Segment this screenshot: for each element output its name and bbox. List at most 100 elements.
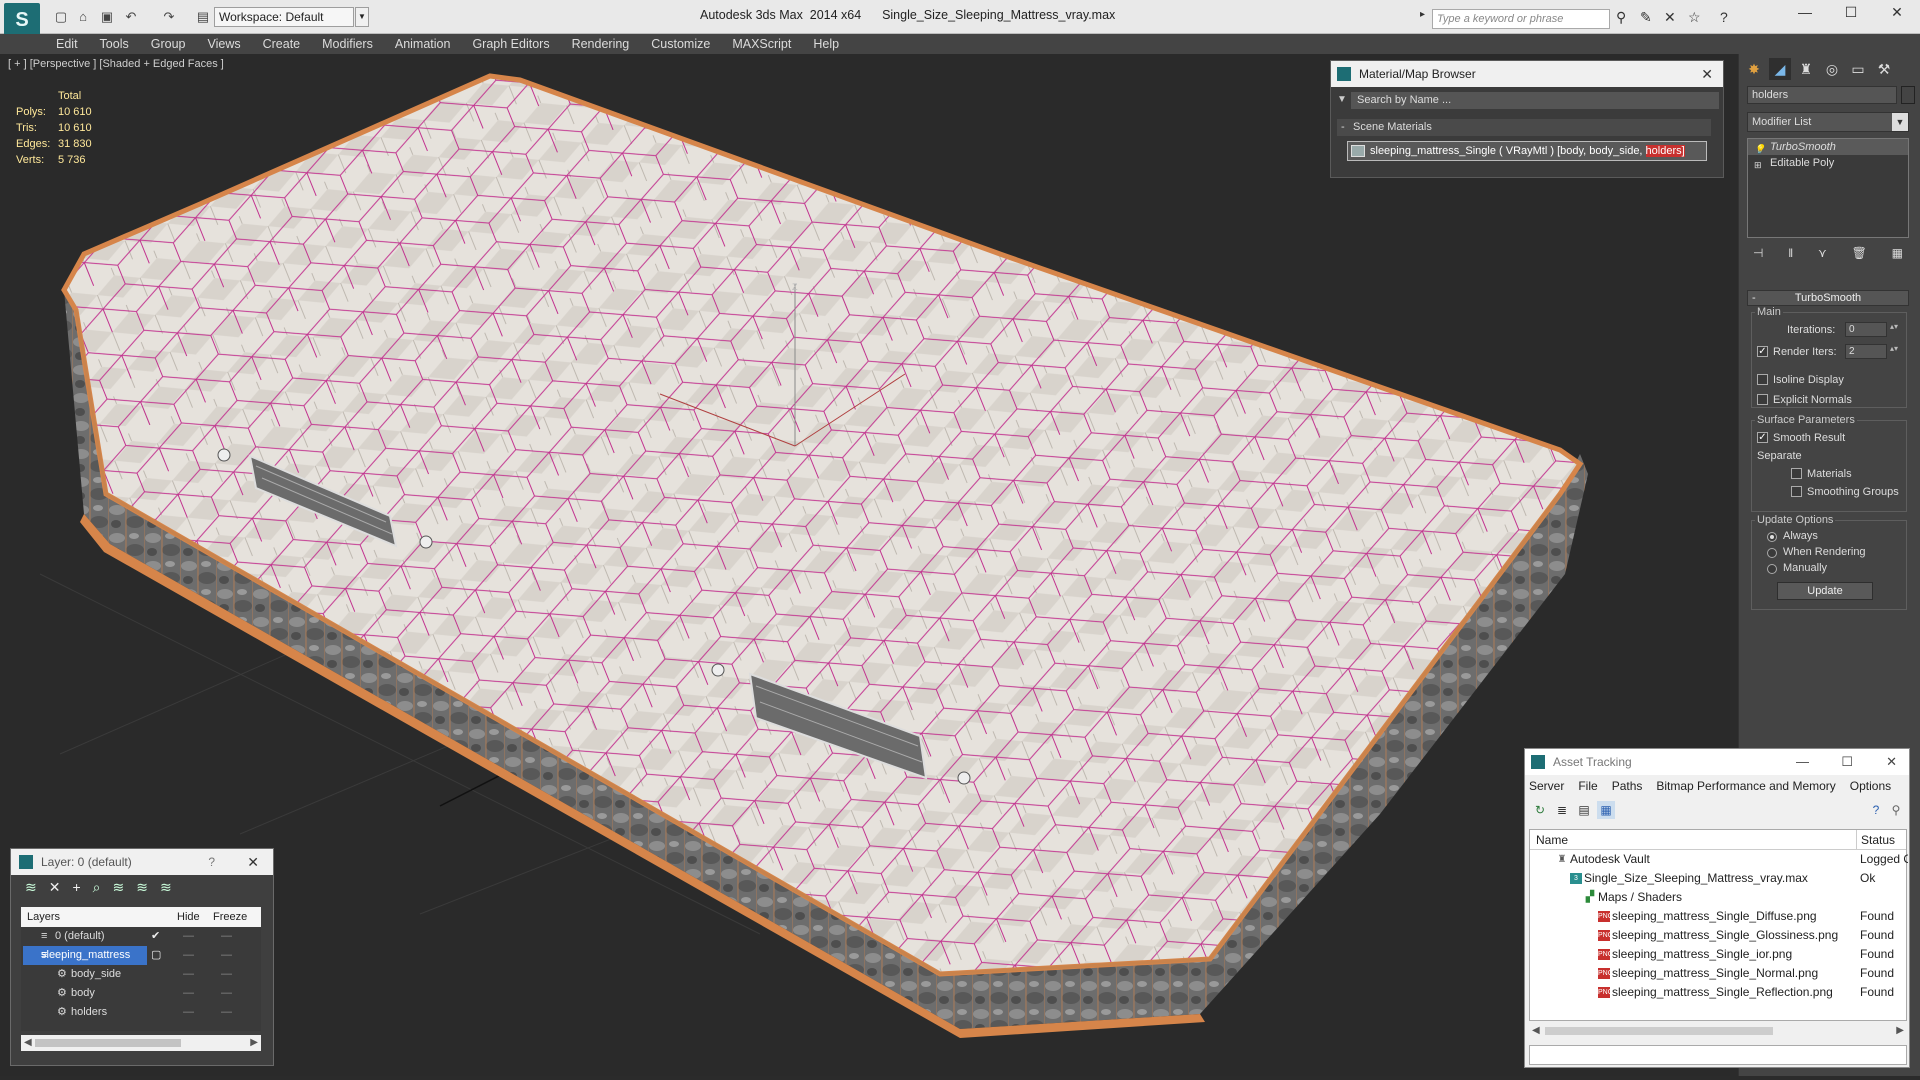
hide-toggle[interactable]: — — [183, 965, 194, 984]
table-row[interactable]: PNG sleeping_mattress_Single_Reflection.… — [1530, 983, 1906, 1002]
modifier-stack[interactable]: 💡 TurboSmooth ⊞ Editable Poly — [1747, 138, 1909, 238]
menu-animation[interactable]: Animation — [395, 37, 451, 51]
menu-bitmap-performance[interactable]: Bitmap Performance and Memory — [1656, 779, 1835, 793]
favorites-star-icon[interactable]: ☆ — [1688, 9, 1701, 26]
collapse-icon[interactable]: - — [1752, 291, 1756, 305]
section-collapse-icon[interactable]: - — [1341, 119, 1345, 136]
menu-customize[interactable]: Customize — [651, 37, 710, 51]
stack-item-editable-poly[interactable]: ⊞ Editable Poly — [1748, 155, 1908, 171]
table-row[interactable]: ▞ Maps / Shaders — [1530, 888, 1906, 907]
freeze-toggle[interactable]: — — [221, 965, 232, 984]
material-browser-header[interactable]: Material/Map Browser ✕ — [1331, 61, 1723, 87]
undo-icon[interactable]: ↶ — [122, 8, 140, 26]
modify-tab-icon[interactable]: ◢ — [1769, 58, 1791, 80]
save-file-icon[interactable]: ▣ — [98, 8, 116, 26]
active-layer-box-icon[interactable]: ▢ — [151, 946, 161, 965]
close-icon[interactable]: ✕ — [1886, 749, 1897, 775]
menu-maxscript[interactable]: MAXScript — [732, 37, 791, 51]
hide-toggle[interactable]: — — [183, 984, 194, 1003]
motion-tab-icon[interactable]: ◎ — [1821, 58, 1843, 80]
menu-group[interactable]: Group — [151, 37, 186, 51]
expand-plus-icon[interactable]: ⊞ — [1754, 157, 1762, 173]
table-row[interactable]: PNG sleeping_mattress_Single_Normal.png … — [1530, 964, 1906, 983]
horizontal-scrollbar[interactable]: ◀ ▶ — [1529, 1023, 1907, 1039]
hide-all-layers-icon[interactable]: ≋ — [136, 879, 148, 896]
menu-tools[interactable]: Tools — [100, 37, 129, 51]
material-search-input[interactable]: Search by Name ... — [1351, 92, 1719, 109]
help-icon[interactable]: ? — [208, 849, 215, 875]
scroll-right-icon[interactable]: ▶ — [250, 1035, 258, 1051]
hide-toggle[interactable]: — — [183, 1003, 194, 1022]
layer-table[interactable]: Layers Hide Freeze ≡ 0 (default) ✔ — — s… — [21, 907, 261, 1031]
stack-item-turbosmooth[interactable]: 💡 TurboSmooth — [1748, 139, 1908, 155]
viewport-label[interactable]: [ + ] [Perspective ] [Shaded + Edged Fac… — [8, 58, 224, 70]
new-file-icon[interactable]: ▢ — [52, 8, 70, 26]
active-layer-check-icon[interactable]: ✔ — [151, 927, 160, 946]
utilities-tab-icon[interactable]: ⚒ — [1873, 58, 1895, 80]
project-folder-icon[interactable]: ▤ — [194, 8, 212, 26]
display-tab-icon[interactable]: ▭ — [1847, 58, 1869, 80]
grid-view-icon[interactable]: ▦ — [1597, 801, 1615, 819]
material-map-browser[interactable]: Material/Map Browser ✕ ▼ Search by Name … — [1330, 60, 1724, 178]
subscription-icon[interactable]: ✎ — [1640, 9, 1652, 26]
render-iters-spinner[interactable]: 2 — [1845, 344, 1898, 359]
hide-toggle[interactable]: — — [183, 927, 194, 946]
isoline-display-checkbox[interactable] — [1757, 374, 1768, 385]
when-rendering-radio[interactable] — [1767, 548, 1777, 558]
hide-toggle[interactable]: — — [183, 946, 194, 965]
table-row[interactable]: 3 Single_Size_Sleeping_Mattress_vray.max… — [1530, 869, 1906, 888]
manually-radio[interactable] — [1767, 564, 1777, 574]
maximize-icon[interactable]: ☐ — [1841, 749, 1853, 775]
scroll-left-icon[interactable]: ◀ — [1532, 1023, 1540, 1039]
menu-graph-editors[interactable]: Graph Editors — [472, 37, 549, 51]
menu-create[interactable]: Create — [263, 37, 301, 51]
iterations-spinner[interactable]: 0 — [1845, 322, 1898, 337]
show-end-result-icon[interactable]: ‖ — [1788, 246, 1793, 266]
smoothing-groups-checkbox[interactable] — [1791, 486, 1802, 497]
table-row[interactable]: ♜ Autodesk Vault Logged O — [1530, 850, 1908, 869]
search-input[interactable]: Type a keyword or phrase — [1432, 9, 1610, 29]
menu-help[interactable]: Help — [813, 37, 839, 51]
menu-views[interactable]: Views — [207, 37, 240, 51]
object-name-input[interactable]: holders — [1747, 86, 1897, 104]
close-icon[interactable]: ✕ — [1882, 4, 1912, 21]
filter-dropdown-icon[interactable]: ▼ — [1337, 94, 1347, 105]
search-expand-icon[interactable]: ▸ — [1420, 9, 1425, 20]
minimize-icon[interactable]: — — [1796, 749, 1809, 775]
render-iters-checkbox[interactable]: ✓ — [1757, 346, 1768, 357]
app-logo-icon[interactable]: S — [4, 3, 40, 37]
modifier-list-dropdown[interactable]: Modifier List ▼ — [1747, 112, 1909, 132]
freeze-all-layers-icon[interactable]: ≋ — [160, 879, 172, 896]
scene-materials-section[interactable]: - Scene Materials — [1337, 119, 1711, 136]
update-button[interactable]: Update — [1777, 582, 1873, 600]
name-column-header[interactable]: Name — [1536, 830, 1568, 850]
layer-row[interactable]: ⚙ body_side — — — [21, 965, 261, 984]
redo-icon[interactable]: ↷ — [160, 8, 178, 26]
close-icon[interactable]: ✕ — [1701, 61, 1713, 87]
pin-icon[interactable]: ⚲ — [1887, 801, 1905, 819]
configure-sets-icon[interactable]: ▦ — [1892, 246, 1903, 266]
menu-paths[interactable]: Paths — [1612, 779, 1643, 793]
binoculars-icon[interactable]: ⚲ — [1616, 9, 1626, 26]
pin-stack-icon[interactable]: ⊣ — [1753, 246, 1763, 266]
maximize-icon[interactable]: ☐ — [1836, 4, 1866, 21]
refresh-icon[interactable]: ↻ — [1531, 801, 1549, 819]
turbosmooth-rollout-header[interactable]: - TurboSmooth — [1747, 290, 1909, 306]
menu-file[interactable]: File — [1578, 779, 1597, 793]
freeze-toggle[interactable]: — — [221, 984, 232, 1003]
status-column-header[interactable]: Status — [1856, 830, 1895, 850]
layer-row[interactable]: sleeping_mattress ≡ ▢ — — — [21, 946, 261, 965]
table-row[interactable]: PNG sleeping_mattress_Single_ior.png Fou… — [1530, 945, 1906, 964]
hide-column-header[interactable]: Hide — [177, 907, 200, 927]
menu-options[interactable]: Options — [1850, 779, 1891, 793]
explicit-normals-checkbox[interactable] — [1757, 394, 1768, 405]
asset-table[interactable]: Name Status ♜ Autodesk Vault Logged O 3 … — [1529, 829, 1908, 1021]
make-unique-icon[interactable]: ⋎ — [1818, 246, 1827, 266]
layer-window-header[interactable]: Layer: 0 (default) ? ✕ — [11, 849, 273, 875]
material-entry[interactable]: sleeping_mattress_Single ( VRayMtl ) [bo… — [1347, 141, 1707, 161]
asset-tracking-window[interactable]: Asset Tracking — ☐ ✕ Server File Paths B… — [1524, 748, 1910, 1068]
layer-row[interactable]: ⚙ body — — — [21, 984, 261, 1003]
highlight-layer-icon[interactable]: ≋ — [113, 879, 125, 896]
open-file-icon[interactable]: ⌂ — [74, 8, 92, 26]
help-icon[interactable]: ? — [1867, 801, 1885, 819]
